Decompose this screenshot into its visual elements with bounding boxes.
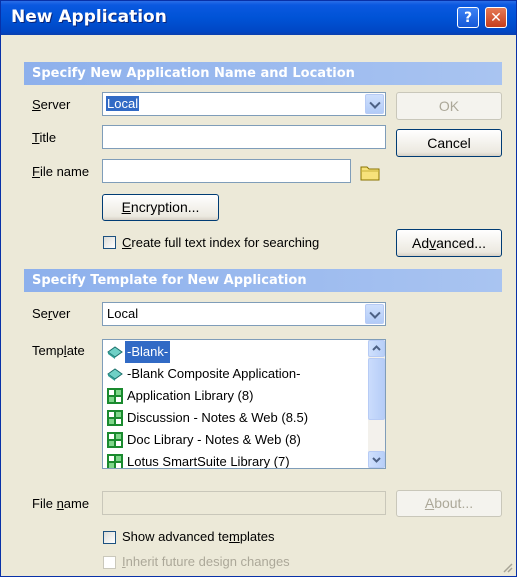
scroll-thumb[interactable] <box>368 358 385 420</box>
scroll-up-button[interactable] <box>368 340 385 357</box>
section-header-name-location: Specify New Application Name and Locatio… <box>24 62 502 85</box>
file-name-input[interactable] <box>102 159 351 183</box>
template-listbox[interactable]: -Blank- -Blank Composite Application- Ap… <box>102 339 386 469</box>
help-button[interactable]: ? <box>457 7 479 28</box>
chevron-down-icon <box>372 457 381 463</box>
show-advanced-templates-checkbox[interactable] <box>103 531 116 544</box>
folder-icon <box>360 166 380 181</box>
resize-grip-icon[interactable] <box>501 561 513 573</box>
notes-app-icon <box>107 432 123 448</box>
ok-button[interactable]: OK <box>396 92 502 120</box>
close-icon: ✕ <box>490 9 502 26</box>
close-button[interactable]: ✕ <box>485 7 507 28</box>
encryption-button[interactable]: Encryption... <box>102 194 219 221</box>
template-file-name-input[interactable] <box>102 491 386 515</box>
template-label: Template <box>32 343 85 358</box>
section-header-template: Specify Template for New Application <box>24 269 502 292</box>
chevron-up-icon <box>372 345 381 351</box>
list-item[interactable]: Discussion - Notes & Web (8.5) <box>105 407 363 429</box>
inherit-design-changes-label: Inherit future design changes <box>122 554 290 569</box>
help-icon: ? <box>463 9 473 26</box>
inherit-design-changes-checkbox[interactable] <box>103 556 116 569</box>
server-label: Server <box>32 97 71 112</box>
scroll-down-button[interactable] <box>368 451 385 468</box>
server-combobox[interactable]: Local <box>102 92 386 116</box>
template-server-value: Local <box>107 306 139 321</box>
template-server-label: Server <box>32 306 71 321</box>
blank-db-icon <box>107 346 123 359</box>
title-bar[interactable]: New Application ? ✕ <box>1 1 516 35</box>
fulltext-index-checkbox[interactable] <box>103 236 116 249</box>
list-item[interactable]: -Blank Composite Application- <box>105 363 363 385</box>
template-file-name-label: File name <box>32 496 90 511</box>
list-item[interactable]: Lotus SmartSuite Library (7) <box>105 451 363 468</box>
chevron-down-icon[interactable] <box>365 94 384 114</box>
list-item[interactable]: Application Library (8) <box>105 385 363 407</box>
dialog-title: New Application <box>11 7 167 27</box>
advanced-button[interactable]: Advanced... <box>396 229 502 257</box>
about-button[interactable]: About... <box>396 490 502 517</box>
show-advanced-templates-label[interactable]: Show advanced templates <box>122 529 275 544</box>
list-item[interactable]: Doc Library - Notes & Web (8) <box>105 429 363 451</box>
title-input[interactable] <box>102 125 386 149</box>
list-item[interactable]: -Blank- <box>105 341 363 363</box>
title-label: Title <box>32 130 57 145</box>
fulltext-index-label[interactable]: Create full text index for searching <box>122 235 319 250</box>
browse-folder-button[interactable] <box>358 161 384 183</box>
server-combobox-value: Local <box>106 96 140 111</box>
file-name-label: File name <box>32 164 90 179</box>
section-title: Specify New Application Name and Locatio… <box>32 66 355 81</box>
cancel-button[interactable]: Cancel <box>396 129 502 157</box>
template-server-combobox[interactable]: Local <box>102 302 386 326</box>
chevron-down-icon[interactable] <box>365 304 384 324</box>
blank-db-icon <box>107 368 123 381</box>
new-application-dialog: New Application ? ✕ Specify New Applicat… <box>0 0 517 577</box>
section-title: Specify Template for New Application <box>32 273 307 288</box>
notes-app-icon <box>107 388 123 404</box>
notes-app-icon <box>107 454 123 468</box>
template-scrollbar[interactable] <box>368 340 385 468</box>
notes-app-icon <box>107 410 123 426</box>
